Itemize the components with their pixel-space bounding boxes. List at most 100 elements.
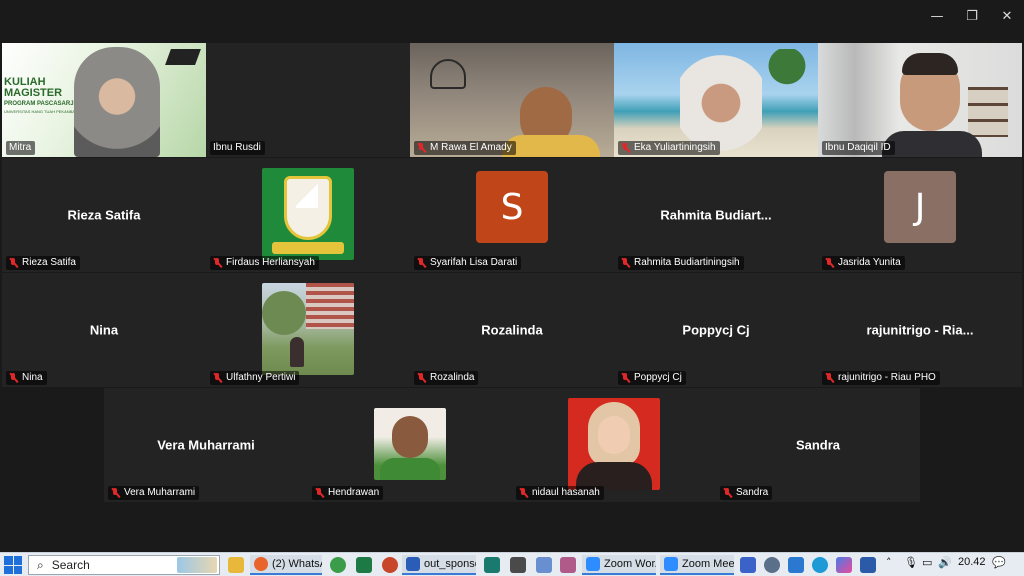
video-tile-sandra[interactable]: Sandra Sandra (716, 388, 920, 502)
taskbar-app-zoom-meeting[interactable]: Zoom Mee... (660, 555, 734, 575)
video-tile-rozalinda[interactable]: Rozalinda Rozalinda (410, 273, 614, 387)
participant-display-name: Vera Muharrami (157, 437, 255, 453)
video-tile-eka[interactable]: Eka Yuliartiningsih (614, 43, 818, 157)
participant-label: Syarifah Lisa Darati (414, 256, 522, 270)
participant-label: Jasrida Yunita (822, 256, 905, 270)
participant-face (392, 416, 428, 458)
mic-muted-icon (213, 257, 222, 268)
chandelier-decor (430, 59, 466, 89)
powerpoint-icon[interactable] (382, 557, 398, 573)
video-tile-nidaul[interactable]: nidaul hasanah (512, 388, 716, 502)
participant-hair (902, 53, 958, 75)
participant-display-name: rajunitrigo - Ria... (866, 322, 974, 338)
chevron-up-icon[interactable]: ˄ (886, 556, 892, 569)
participant-face (598, 416, 630, 454)
video-tile-rajunitrigo[interactable]: rajunitrigo - Ria... rajunitrigo - Riau … (818, 273, 1022, 387)
participant-label: nidaul hasanah (516, 486, 604, 500)
participant-label: Sandra (720, 486, 773, 500)
video-tile-ulfathny[interactable]: Ulfathny Pertiwi (206, 273, 410, 387)
video-tile-rieza[interactable]: Rieza Satifa Rieza Satifa (2, 158, 206, 272)
participant-label: Hendrawan (312, 486, 384, 500)
participant-label: M Rawa El Amady (414, 141, 516, 155)
graduation-cap-icon (165, 49, 201, 65)
store-icon[interactable] (740, 557, 756, 573)
windows-taskbar: ⌕ Search (2) WhatsA... out_sponso... Zoo… (0, 552, 1024, 576)
mic-muted-icon (417, 257, 426, 268)
video-tile-ibnu-daqiqil[interactable]: Ibnu Daqiqil ID (818, 43, 1022, 157)
profile-picture (262, 168, 354, 260)
video-tile-jasrida[interactable]: J Jasrida Yunita (818, 158, 1022, 272)
chrome-icon[interactable] (330, 557, 346, 573)
video-tile-mitra[interactable]: KULIAH MAGISTER PROGRAM PASCASARJANA UNI… (2, 43, 206, 157)
photos-icon[interactable] (788, 557, 804, 573)
slide-title: KULIAH MAGISTER (4, 76, 63, 99)
video-tile-vera[interactable]: Vera Muharrami Vera Muharrami (104, 388, 308, 502)
taskbar-app-whatsapp[interactable]: (2) WhatsA... (250, 555, 322, 575)
profile-picture (374, 408, 446, 480)
file-explorer-icon[interactable] (228, 557, 244, 573)
participant-label: Eka Yuliartiningsih (618, 141, 720, 155)
taskbar-app-word[interactable]: out_sponso... (402, 555, 476, 575)
participant-display-name: Poppycj Cj (682, 322, 750, 338)
microphone-icon[interactable]: 🎙 (904, 556, 918, 569)
video-tile-hendrawan[interactable]: Hendrawan (308, 388, 512, 502)
mic-muted-icon (723, 487, 732, 498)
publisher-icon[interactable] (484, 557, 500, 573)
tree-decor (262, 291, 306, 335)
building-decor (306, 283, 354, 329)
video-tile-rawa[interactable]: M Rawa El Amady (410, 43, 614, 157)
participant-label: rajunitrigo - Riau PHO (822, 371, 940, 385)
mic-muted-icon (9, 257, 18, 268)
video-tile-syarifah[interactable]: S Syarifah Lisa Darati (410, 158, 614, 272)
search-placeholder: Search (51, 558, 90, 572)
participant-label: Rieza Satifa (6, 256, 80, 270)
initial-avatar: J (884, 171, 956, 243)
volume-icon[interactable]: 🔊 (938, 556, 952, 569)
taskbar-search-input[interactable]: ⌕ Search (28, 555, 220, 575)
edge-icon[interactable] (812, 557, 828, 573)
participant-label: Nina (6, 371, 47, 385)
clock-time[interactable]: 20.42 (958, 556, 986, 568)
emblem-ribbon (272, 242, 344, 254)
notification-icon[interactable]: 💬 (992, 556, 1006, 569)
participant-display-name: Sandra (795, 437, 841, 453)
minimize-button[interactable]: — (920, 4, 954, 28)
windows-start-icon[interactable] (4, 556, 22, 574)
participant-label: Mitra (6, 141, 36, 155)
app-icon[interactable] (860, 557, 876, 573)
mic-muted-icon (417, 372, 426, 383)
mic-muted-icon (111, 487, 120, 498)
participant-display-name: Rahmita Budiart... (660, 207, 772, 223)
participant-label: Vera Muharrami (108, 486, 200, 500)
person-figure (290, 337, 304, 367)
video-tile-rahmita[interactable]: Rahmita Budiart... Rahmita Budiartinings… (614, 158, 818, 272)
desktop-icon[interactable] (510, 557, 526, 573)
mic-muted-icon (213, 372, 222, 383)
profile-picture (568, 398, 660, 490)
mic-muted-icon (417, 142, 426, 153)
snipping-tool-icon[interactable] (536, 557, 552, 573)
media-player-icon[interactable] (560, 557, 576, 573)
slide-subtitle-2: UNIVERSITAS HANG TUAH PEKANBARU (4, 109, 81, 114)
window-titlebar: — ❐ ✕ (0, 0, 1024, 32)
participant-shirt (502, 135, 600, 157)
copilot-icon[interactable] (836, 557, 852, 573)
restore-button[interactable]: ❐ (955, 4, 989, 28)
settings-icon[interactable] (764, 557, 780, 573)
mic-muted-icon (519, 487, 528, 498)
excel-icon[interactable] (356, 557, 372, 573)
zoom-icon (586, 557, 600, 571)
firefox-icon (254, 557, 268, 571)
participant-shirt (882, 131, 982, 157)
participant-label: Ibnu Daqiqil ID (822, 141, 895, 155)
participant-label: Rozalinda (414, 371, 479, 385)
video-tile-nina[interactable]: Nina Nina (2, 273, 206, 387)
participant-label: Ibnu Rusdi (210, 141, 265, 155)
participant-photo (74, 47, 160, 157)
network-icon[interactable]: ▭ (922, 556, 932, 569)
video-tile-firdaus[interactable]: Firdaus Herliansyah (206, 158, 410, 272)
video-tile-ibnu-rusdi[interactable]: Ibnu Rusdi (206, 43, 410, 157)
video-tile-poppycj[interactable]: Poppycj Cj Poppycj Cj (614, 273, 818, 387)
taskbar-app-zoom-workplace[interactable]: Zoom Wor... (582, 555, 656, 575)
close-button[interactable]: ✕ (990, 4, 1024, 28)
